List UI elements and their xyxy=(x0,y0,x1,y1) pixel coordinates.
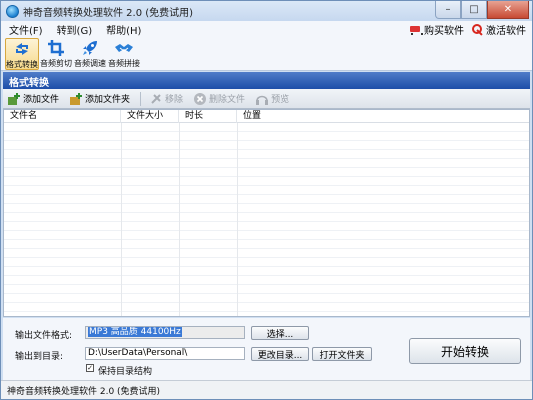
action-bar: 添加文件 添加文件夹 移除 删除文件 预览 xyxy=(3,89,530,109)
column-divider xyxy=(121,123,122,316)
menu-goto[interactable]: 转到(G) xyxy=(49,22,99,37)
tool-audio-join-label: 音频拼接 xyxy=(108,59,140,68)
file-list-body xyxy=(4,123,529,316)
tool-audio-cut-label: 音频剪切 xyxy=(40,59,72,68)
window-controls: – □ ✕ xyxy=(435,1,529,19)
activate-software-label: 激活软件 xyxy=(486,26,526,37)
handshake-icon xyxy=(114,39,134,57)
tool-strip: 格式转换 音频剪切 音频调速 音频拼接 xyxy=(1,38,532,71)
delete-icon xyxy=(193,92,207,106)
output-format-label: 输出文件格式: xyxy=(15,331,73,341)
output-dir-field[interactable]: D:\UserData\Personal\ xyxy=(85,347,245,360)
buy-software-label: 购买软件 xyxy=(424,26,464,37)
format-convert-icon xyxy=(12,40,32,58)
file-list-header: 文件名 文件大小 时长 位置 xyxy=(4,110,529,123)
column-divider xyxy=(179,123,180,316)
shopping-cart-icon xyxy=(408,24,423,36)
file-list[interactable]: 文件名 文件大小 时长 位置 xyxy=(3,109,530,317)
remove-label: 移除 xyxy=(165,95,184,105)
menu-bar: 文件(F) 转到(G) 帮助(H) 购买软件 激活软件 xyxy=(1,21,532,38)
minimize-button[interactable]: – xyxy=(435,1,461,19)
rocket-icon xyxy=(80,39,100,57)
column-header-location[interactable]: 位置 xyxy=(237,110,529,123)
activate-software-link[interactable]: 激活软件 xyxy=(472,22,526,37)
add-folder-label: 添加文件夹 xyxy=(85,95,131,105)
menu-file[interactable]: 文件(F) xyxy=(1,22,49,37)
key-icon xyxy=(472,23,484,36)
tool-audio-speed[interactable]: 音频调速 xyxy=(73,38,107,70)
output-panel: 输出文件格式: MP3 高品质 44100Hz 选择... 输出到目录: D:\… xyxy=(3,318,530,380)
add-folder-icon xyxy=(69,92,83,106)
delete-files-label: 删除文件 xyxy=(209,95,246,105)
start-convert-button[interactable]: 开始转换 xyxy=(409,338,521,364)
add-file-label: 添加文件 xyxy=(23,95,60,105)
menu-right-links: 购买软件 激活软件 xyxy=(408,21,526,38)
output-format-value: MP3 高品质 44100Hz xyxy=(88,327,182,337)
tool-audio-join[interactable]: 音频拼接 xyxy=(107,38,141,70)
column-divider xyxy=(237,123,238,316)
output-dir-label: 输出到目录: xyxy=(15,352,64,362)
keep-structure-checkbox[interactable]: ✓ xyxy=(86,364,94,372)
keep-structure-label: 保持目录结构 xyxy=(98,367,153,377)
minimize-icon: – xyxy=(445,4,451,15)
preview-label: 预览 xyxy=(271,95,290,105)
tool-audio-speed-label: 音频调速 xyxy=(74,59,106,68)
tool-format-convert-label: 格式转换 xyxy=(6,60,38,69)
crop-icon xyxy=(46,39,66,57)
headphones-icon xyxy=(255,92,269,106)
tool-audio-cut[interactable]: 音频剪切 xyxy=(39,38,73,70)
window-title: 神奇音频转换处理软件 2.0 (免费试用) xyxy=(23,7,194,19)
change-dir-button[interactable]: 更改目录... xyxy=(251,347,309,361)
menu-help[interactable]: 帮助(H) xyxy=(98,22,147,37)
section-title: 格式转换 xyxy=(3,72,530,89)
remove-button[interactable]: 移除 xyxy=(149,92,183,106)
close-button[interactable]: ✕ xyxy=(487,1,529,19)
choose-format-button[interactable]: 选择... xyxy=(251,326,309,340)
column-header-filesize[interactable]: 文件大小 xyxy=(121,110,179,123)
app-window: 神奇音频转换处理软件 2.0 (免费试用) – □ ✕ 文件(F) 转到(G) … xyxy=(0,0,533,400)
open-folder-button[interactable]: 打开文件夹 xyxy=(312,347,372,361)
status-bar: 神奇音频转换处理软件 2.0 (免费试用) xyxy=(1,380,532,399)
column-header-duration[interactable]: 时长 xyxy=(179,110,237,123)
toolbar-separator xyxy=(140,91,142,106)
title-bar[interactable]: 神奇音频转换处理软件 2.0 (免费试用) – □ ✕ xyxy=(1,1,532,21)
buy-software-link[interactable]: 购买软件 xyxy=(408,22,464,37)
column-header-filename[interactable]: 文件名 xyxy=(4,110,121,123)
maximize-icon: □ xyxy=(469,4,479,15)
close-icon: ✕ xyxy=(503,4,513,15)
preview-button[interactable]: 预览 xyxy=(255,92,289,106)
app-logo-icon xyxy=(6,4,19,18)
add-file-button[interactable]: 添加文件 xyxy=(7,92,59,106)
add-file-icon xyxy=(7,92,21,106)
add-folder-button[interactable]: 添加文件夹 xyxy=(69,92,130,106)
output-format-field[interactable]: MP3 高品质 44100Hz xyxy=(85,326,245,339)
maximize-button[interactable]: □ xyxy=(461,1,487,19)
remove-icon xyxy=(149,92,163,106)
delete-files-button[interactable]: 删除文件 xyxy=(193,92,245,106)
tool-format-convert[interactable]: 格式转换 xyxy=(5,38,39,70)
